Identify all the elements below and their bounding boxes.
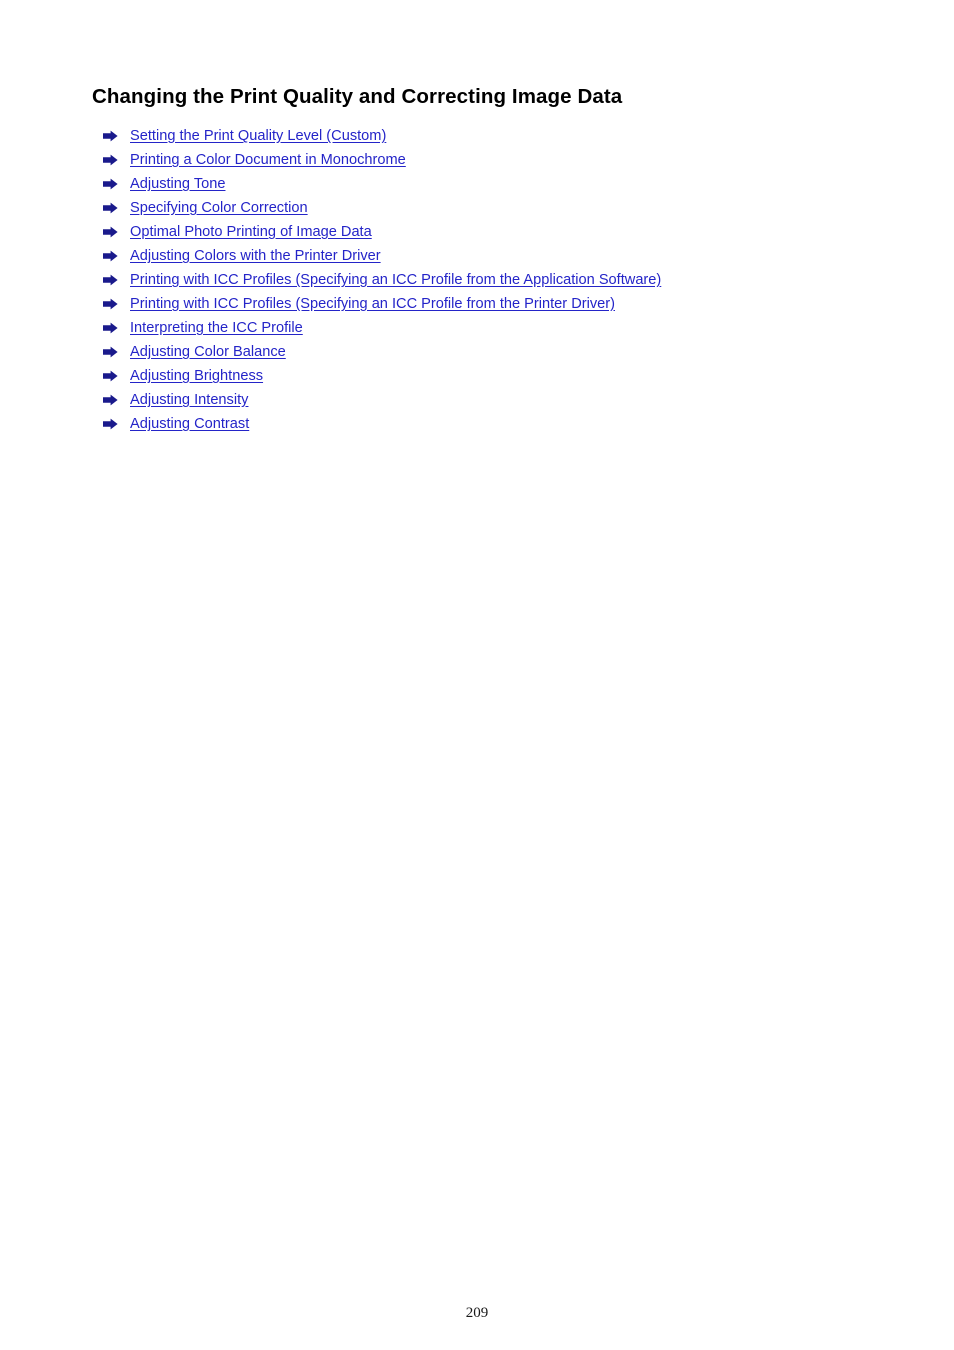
arrow-right-icon [103,199,121,217]
arrow-right-icon [103,127,121,145]
topic-link[interactable]: Optimal Photo Printing of Image Data [130,223,372,241]
list-item[interactable]: Adjusting Brightness [103,364,661,388]
arrow-right-icon [103,391,121,409]
topic-link[interactable]: Printing a Color Document in Monochrome [130,151,406,169]
topic-link[interactable]: Adjusting Brightness [130,367,263,385]
list-item[interactable]: Interpreting the ICC Profile [103,316,661,340]
arrow-right-icon [103,151,121,169]
arrow-right-icon [103,223,121,241]
topic-link[interactable]: Adjusting Tone [130,175,225,193]
arrow-right-icon [103,295,121,313]
arrow-right-icon [103,367,121,385]
topic-link-list: Setting the Print Quality Level (Custom)… [103,124,661,436]
arrow-right-icon [103,319,121,337]
list-item[interactable]: Adjusting Intensity [103,388,661,412]
list-item[interactable]: Setting the Print Quality Level (Custom) [103,124,661,148]
list-item[interactable]: Printing with ICC Profiles (Specifying a… [103,292,661,316]
list-item[interactable]: Adjusting Colors with the Printer Driver [103,244,661,268]
list-item[interactable]: Printing with ICC Profiles (Specifying a… [103,268,661,292]
arrow-right-icon [103,247,121,265]
topic-link[interactable]: Adjusting Contrast [130,415,249,433]
list-item[interactable]: Optimal Photo Printing of Image Data [103,220,661,244]
list-item[interactable]: Specifying Color Correction [103,196,661,220]
topic-link[interactable]: Printing with ICC Profiles (Specifying a… [130,271,661,289]
topic-link[interactable]: Setting the Print Quality Level (Custom) [130,127,386,145]
arrow-right-icon [103,343,121,361]
topic-link[interactable]: Specifying Color Correction [130,199,308,217]
topic-link[interactable]: Adjusting Intensity [130,391,248,409]
list-item[interactable]: Adjusting Tone [103,172,661,196]
list-item[interactable]: Adjusting Contrast [103,412,661,436]
topic-link[interactable]: Interpreting the ICC Profile [130,319,303,337]
topic-link[interactable]: Printing with ICC Profiles (Specifying a… [130,295,615,313]
arrow-right-icon [103,271,121,289]
arrow-right-icon [103,415,121,433]
document-page: Changing the Print Quality and Correctin… [0,0,954,1350]
list-item[interactable]: Adjusting Color Balance [103,340,661,364]
page-number: 209 [465,1305,489,1321]
arrow-right-icon [103,175,121,193]
topic-link[interactable]: Adjusting Colors with the Printer Driver [130,247,381,265]
page-title: Changing the Print Quality and Correctin… [92,84,623,108]
topic-link[interactable]: Adjusting Color Balance [130,343,286,361]
list-item[interactable]: Printing a Color Document in Monochrome [103,148,661,172]
